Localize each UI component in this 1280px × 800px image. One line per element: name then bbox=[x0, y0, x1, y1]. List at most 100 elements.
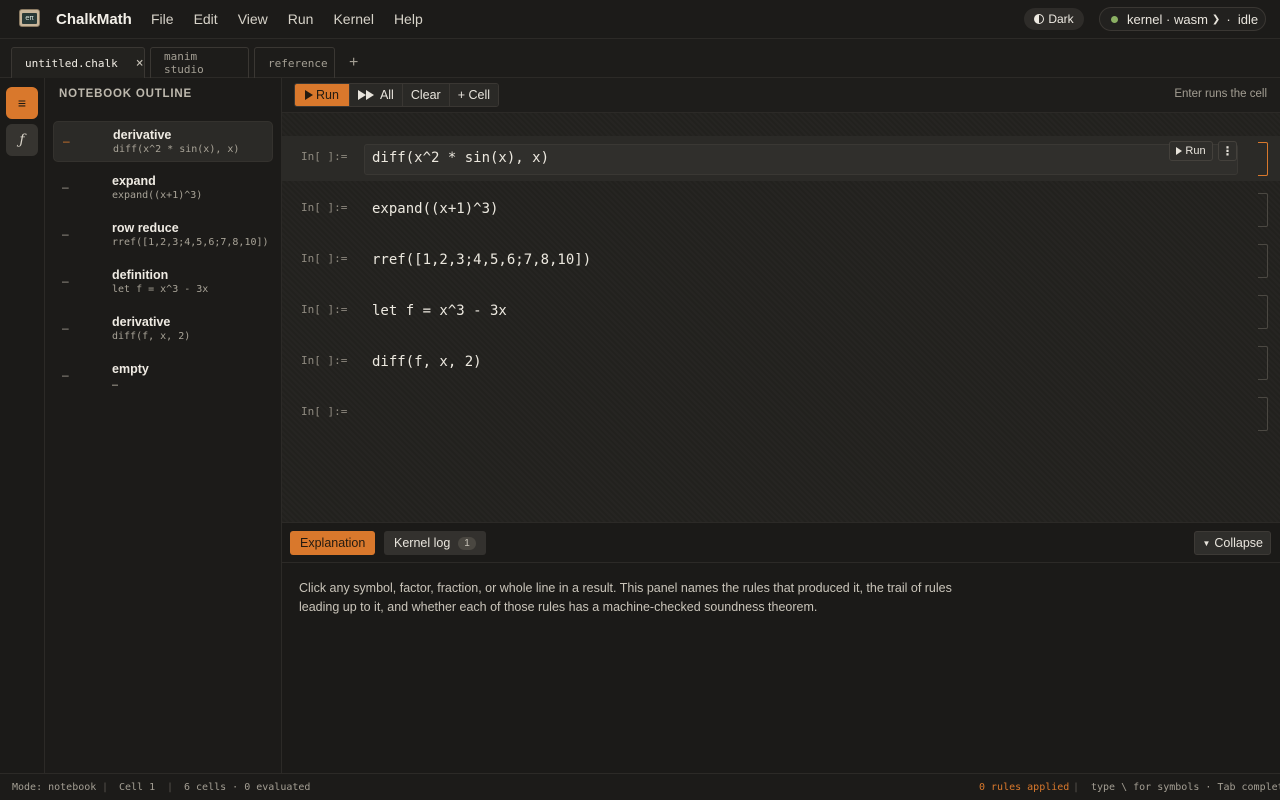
outline-item[interactable]: – definition let f = x^3 - 3x bbox=[53, 262, 273, 303]
tab-label: untitled.chalk bbox=[25, 56, 118, 70]
chevron-down-icon: ❯ bbox=[1211, 13, 1221, 25]
clear-button[interactable]: Clear bbox=[402, 84, 450, 106]
run-all-label: All bbox=[379, 88, 394, 102]
tab-label: reference bbox=[268, 56, 328, 70]
cell-code[interactable]: let f = x^3 - 3x bbox=[372, 303, 507, 319]
play-icon bbox=[357, 90, 366, 100]
notebook-cell[interactable]: In[ ]:= diff(x^2 * sin(x), x) Run ⋮ bbox=[282, 136, 1280, 181]
outline-marker: – bbox=[62, 180, 69, 194]
outline-marker: – bbox=[62, 321, 69, 335]
cell-bracket[interactable] bbox=[1258, 142, 1268, 176]
explanation-text: Click any symbol, factor, fraction, or w… bbox=[299, 581, 952, 614]
theme-label: Dark bbox=[1048, 12, 1074, 26]
notebook-cell[interactable]: In[ ]:= let f = x^3 - 3x bbox=[282, 289, 1280, 334]
outline-item[interactable]: – derivative diff(f, x, 2) bbox=[53, 309, 273, 350]
play-icon bbox=[365, 90, 374, 100]
outline-item-name: row reduce bbox=[112, 221, 179, 235]
cell-bracket[interactable] bbox=[1258, 244, 1268, 278]
close-icon[interactable]: × bbox=[136, 56, 144, 71]
status-counts: 6 cells · 0 evaluated bbox=[184, 782, 311, 793]
tab-kernel-log[interactable]: Kernel log 1 bbox=[384, 531, 486, 555]
outline-item-expr: rref([1,2,3;4,5,6;7,8,10]) bbox=[112, 237, 269, 248]
cell-bracket[interactable] bbox=[1258, 397, 1268, 431]
menu-run[interactable]: Run bbox=[288, 11, 314, 27]
run-label: Run bbox=[316, 88, 339, 102]
menu-file[interactable]: File bbox=[151, 11, 174, 27]
menu-help[interactable]: Help bbox=[394, 11, 423, 27]
cell-code[interactable]: diff(x^2 * sin(x), x) bbox=[372, 150, 549, 166]
notebook-cell[interactable]: In[ ]:= expand((x+1)^3) bbox=[282, 187, 1280, 232]
outline-item-name: derivative bbox=[112, 315, 171, 329]
tab-manim-studio[interactable]: manim studio bbox=[150, 47, 249, 78]
outline-item[interactable]: – derivative diff(x^2 * sin(x), x) bbox=[53, 121, 273, 162]
notebook-cell[interactable]: In[ ]:= diff(f, x, 2) bbox=[282, 340, 1280, 385]
outline-item[interactable]: – row reduce rref([1,2,3;4,5,6;7,8,10]) bbox=[53, 215, 273, 256]
outline-item-expr: … bbox=[112, 378, 119, 389]
status-separator: | bbox=[102, 782, 109, 793]
kernel-status-dot-icon bbox=[1111, 15, 1118, 23]
tab-label: Kernel log bbox=[394, 536, 451, 550]
cell-prompt: In[ ]:= bbox=[301, 303, 348, 316]
kernel-selector[interactable]: kernel · wasm ❯ · idle bbox=[1099, 7, 1266, 31]
collapse-label: Collapse bbox=[1214, 536, 1263, 550]
cell-run-label: Run bbox=[1185, 145, 1206, 157]
cell-bracket[interactable] bbox=[1258, 346, 1268, 380]
status-mode: Mode: notebook bbox=[12, 782, 97, 793]
notebook-cell[interactable]: In[ ]:= rref([1,2,3;4,5,6;7,8,10]) bbox=[282, 238, 1280, 283]
outline-marker: – bbox=[62, 274, 69, 288]
run-all-button[interactable]: All bbox=[349, 84, 403, 106]
outline-item-expr: expand((x+1)^3) bbox=[112, 190, 203, 201]
cells-area: In[ ]:= diff(x^2 * sin(x), x) Run ⋮ In[ … bbox=[282, 113, 1280, 523]
kebab-menu-icon[interactable]: ⋮ bbox=[1218, 141, 1237, 161]
cell-bracket[interactable] bbox=[1258, 193, 1268, 227]
run-button[interactable]: Run bbox=[295, 84, 350, 106]
status-separator: | bbox=[1073, 782, 1080, 793]
toolbar-button-group: Run All Clear + Cell bbox=[294, 83, 500, 107]
kernel-label: kernel · wasm bbox=[1127, 11, 1208, 27]
cell-prompt: In[ ]:= bbox=[301, 201, 348, 214]
outline-item-name: derivative bbox=[113, 128, 172, 142]
cell-run-button[interactable]: Run bbox=[1169, 141, 1213, 161]
function-icon[interactable]: ƒ bbox=[6, 124, 38, 156]
panel-tab-bar: Explanation Kernel log 1 ▼ Collapse bbox=[282, 523, 1280, 563]
play-icon bbox=[1176, 147, 1183, 155]
outline-title: NOTEBOOK OUTLINE bbox=[59, 88, 192, 100]
menu-view[interactable]: View bbox=[238, 11, 268, 27]
tab-bar: untitled.chalk × manim studio reference … bbox=[0, 39, 1280, 78]
kernel-separator: · bbox=[1226, 11, 1238, 27]
outline-item-expr: let f = x^3 - 3x bbox=[112, 284, 209, 295]
outline-item[interactable]: – expand expand((x+1)^3) bbox=[53, 168, 273, 209]
cell-bracket[interactable] bbox=[1258, 295, 1268, 329]
tab-reference[interactable]: reference bbox=[254, 47, 335, 78]
menu-bar: File Edit View Run Kernel Help bbox=[141, 11, 433, 27]
outline-item-name: expand bbox=[112, 174, 156, 188]
menu-kernel[interactable]: Kernel bbox=[333, 11, 373, 27]
menu-edit[interactable]: Edit bbox=[194, 11, 218, 27]
status-bar: Mode: notebook | Cell 1 | 6 cells · 0 ev… bbox=[0, 773, 1280, 800]
add-cell-button[interactable]: + Cell bbox=[449, 84, 499, 106]
notebook-outline-panel: NOTEBOOK OUTLINE – derivative diff(x^2 *… bbox=[45, 78, 282, 773]
outline-item-name: empty bbox=[112, 362, 149, 376]
cell-code[interactable]: diff(f, x, 2) bbox=[372, 354, 482, 370]
theme-toggle-button[interactable]: Dark bbox=[1024, 8, 1084, 30]
tab-label: manim studio bbox=[164, 50, 204, 76]
tab-untitled-chalk[interactable]: untitled.chalk × bbox=[11, 47, 145, 78]
outline-marker: – bbox=[63, 134, 70, 148]
outline-item-expr: diff(x^2 * sin(x), x) bbox=[113, 144, 240, 155]
tab-explanation[interactable]: Explanation bbox=[290, 531, 376, 555]
cell-code[interactable]: rref([1,2,3;4,5,6;7,8,10]) bbox=[372, 252, 591, 268]
cell-code[interactable]: expand((x+1)^3) bbox=[372, 201, 498, 217]
outline-marker: – bbox=[62, 368, 69, 382]
explanation-panel: Explanation Kernel log 1 ▼ Collapse Clic… bbox=[282, 522, 1280, 773]
outline-item[interactable]: – empty … bbox=[53, 356, 273, 397]
cell-prompt: In[ ]:= bbox=[301, 354, 348, 367]
notebook-cell[interactable]: In[ ]:= bbox=[282, 391, 1280, 436]
outline-marker: – bbox=[62, 227, 69, 241]
title-bar: eπ ChalkMath File Edit View Run Kernel H… bbox=[0, 0, 1280, 39]
app-logo-icon: eπ bbox=[19, 9, 40, 27]
collapse-button[interactable]: ▼ Collapse bbox=[1194, 531, 1271, 555]
app-name: ChalkMath bbox=[56, 11, 132, 28]
add-tab-button[interactable]: + bbox=[349, 54, 358, 72]
outline-icon[interactable]: ≡ bbox=[6, 87, 38, 119]
toolbar-hint: Enter runs the cell bbox=[1174, 88, 1267, 100]
